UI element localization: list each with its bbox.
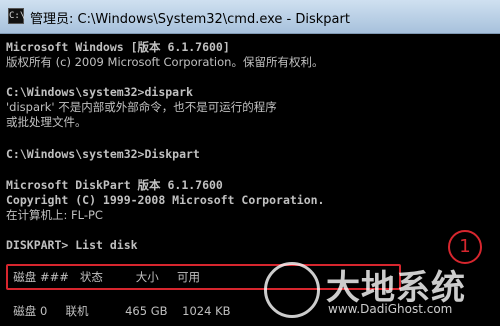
watermark-logo-icon (264, 262, 320, 318)
console-line: Copyright (C) 1999-2008 Microsoft Corpor… (6, 193, 325, 207)
console-line: 或批处理文件。 (6, 115, 87, 129)
console-line: 版权所有 (c) 2009 Microsoft Corporation。保留所有… (6, 55, 324, 69)
console-line: C:\Windows\system32>dispark (6, 85, 193, 99)
console-line: 'dispark' 不是内部或外部命令，也不是可运行的程序 (6, 100, 277, 114)
console-line: C:\Windows\system32>Diskpart (6, 147, 200, 161)
window-titlebar[interactable]: C:\ 管理员: C:\Windows\System32\cmd.exe - D… (0, 0, 500, 34)
console-line: Microsoft Windows [版本 6.1.7600] (6, 40, 230, 54)
console-line: 在计算机上: FL-PC (6, 208, 103, 222)
window-title: 管理员: C:\Windows\System32\cmd.exe - Diskp… (30, 12, 350, 27)
cmd-icon: C:\ (8, 8, 25, 24)
console-line: DISKPART> List disk (6, 238, 138, 252)
disk-table-row: 磁盘 0 联机 465 GB 1024 KB (6, 304, 231, 318)
console-line: Microsoft DiskPart 版本 6.1.7600 (6, 178, 223, 192)
watermark-url: www.DadiGhost.com (328, 302, 453, 316)
watermark: 大地系统 www.DadiGhost.com (264, 258, 494, 322)
